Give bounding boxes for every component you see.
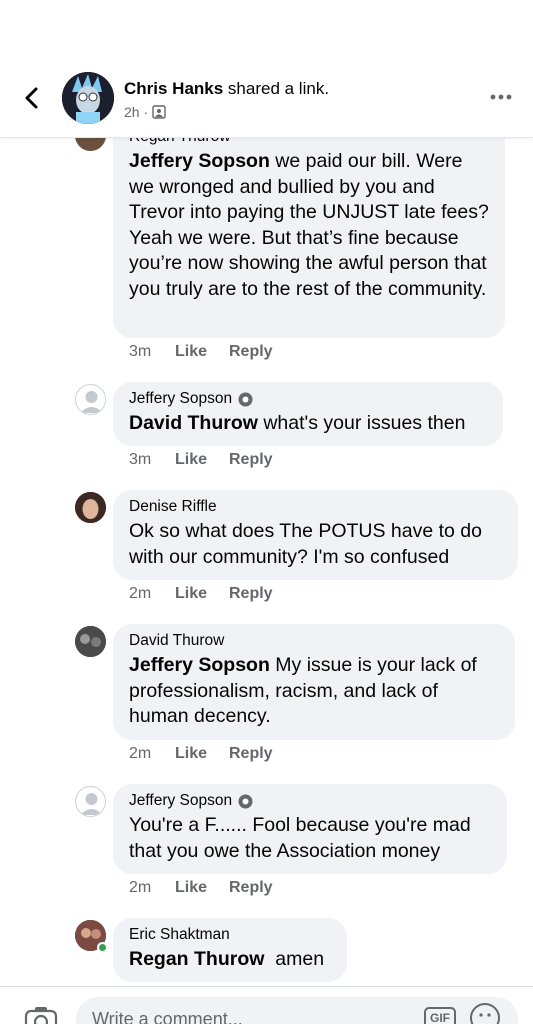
comment-text: Jeffery Sopson we paid our bill. Were we… (129, 149, 489, 302)
comment-mention[interactable]: Regan Thurow (129, 948, 264, 970)
comment-author-name[interactable]: Jeffery Sopson (129, 389, 232, 409)
comment-author[interactable]: Eric Shaktman (129, 925, 331, 945)
comment-text: Ok so what does The POTUS have to do wit… (129, 520, 482, 568)
comment-composer: Write a comment... GIF (0, 986, 533, 1024)
commenter-avatar[interactable] (75, 626, 106, 657)
comment-text: David Thurow what's your issues then (129, 411, 487, 437)
like-button[interactable]: Like (175, 585, 229, 603)
comment-author[interactable]: David Thurow (129, 631, 499, 651)
comment-body: amen (264, 948, 325, 970)
commenter-avatar[interactable] (75, 384, 106, 415)
commenter-avatar[interactable] (75, 786, 106, 817)
commenter-avatar[interactable] (75, 138, 106, 151)
comment-author[interactable]: Regan Thurow (129, 138, 489, 147)
post-action: shared a link. (223, 79, 330, 98)
comment-bubble[interactable]: Jeffery Sopson You're a F...... Fool bec… (113, 784, 507, 874)
post-author-name[interactable]: Chris Hanks (124, 79, 223, 98)
comment-actions: 2m Like Reply (129, 879, 273, 897)
comment-actions: 2m Like Reply (129, 585, 273, 603)
back-arrow-icon[interactable] (18, 84, 46, 112)
comment-body: we paid our bill. Were we wronged and bu… (129, 150, 489, 300)
comment-time: 2m (129, 745, 152, 762)
online-status-dot (97, 942, 108, 953)
admin-badge-icon (238, 794, 253, 808)
post-header: Chris Hanks shared a link. 2h · (0, 0, 533, 138)
emoji-icon[interactable] (470, 1003, 500, 1024)
comment-body: what's your issues then (257, 412, 466, 434)
comment-bubble[interactable]: Denise Riffle Ok so what does The POTUS … (113, 490, 518, 580)
comment-bubble[interactable]: Eric Shaktman Regan Thurow amen (113, 918, 347, 982)
comment-mention[interactable]: David Thurow (129, 412, 258, 434)
more-options-icon[interactable] (489, 90, 513, 104)
comment-time: 3m (129, 343, 152, 360)
comment-actions: 3m Like Reply (129, 343, 273, 361)
author-avatar[interactable] (62, 72, 114, 124)
like-button[interactable]: Like (175, 343, 229, 361)
reply-button[interactable]: Reply (229, 879, 273, 897)
camera-icon[interactable] (24, 1005, 58, 1024)
post-time: 2h · (124, 104, 149, 120)
photo-audience-icon (152, 105, 166, 119)
comment-author: Jeffery Sopson (129, 389, 487, 409)
comment-text: You're a F...... Fool because you're mad… (129, 814, 471, 862)
comment-bubble[interactable]: Regan Thurow Jeffery Sopson we paid our … (113, 138, 505, 338)
reply-button[interactable]: Reply (229, 745, 273, 763)
gif-button[interactable]: GIF (424, 1007, 456, 1024)
comment-actions: 2m Like Reply (129, 745, 273, 763)
comment-time: 3m (129, 451, 152, 468)
like-button[interactable]: Like (175, 451, 229, 469)
reply-button[interactable]: Reply (229, 451, 273, 469)
comment-text: Regan Thurow amen (129, 947, 331, 973)
reply-button[interactable]: Reply (229, 343, 273, 361)
comments-list[interactable]: Regan Thurow Jeffery Sopson we paid our … (0, 138, 533, 986)
commenter-avatar[interactable] (75, 920, 108, 953)
comment-author: Jeffery Sopson (129, 791, 491, 811)
comment-text: Jeffery Sopson My issue is your lack of … (129, 653, 499, 730)
comment-time: 2m (129, 585, 152, 602)
comment-bubble[interactable]: Jeffery Sopson David Thurow what's your … (113, 382, 503, 446)
comment-mention[interactable]: Jeffery Sopson (129, 150, 270, 172)
post-title: Chris Hanks shared a link. (124, 79, 329, 99)
like-button[interactable]: Like (175, 879, 229, 897)
comment-author[interactable]: Denise Riffle (129, 497, 502, 517)
comment-actions: 3m Like Reply (129, 451, 273, 469)
default-avatar-icon (76, 385, 105, 414)
post-meta: 2h · (124, 104, 166, 120)
commenter-avatar[interactable] (75, 492, 106, 523)
comment-mention[interactable]: Jeffery Sopson (129, 654, 270, 676)
default-avatar-icon (76, 787, 105, 816)
comment-bubble[interactable]: David Thurow Jeffery Sopson My issue is … (113, 624, 515, 740)
reply-button[interactable]: Reply (229, 585, 273, 603)
like-button[interactable]: Like (175, 745, 229, 763)
comment-author-name[interactable]: Jeffery Sopson (129, 791, 232, 811)
comment-time: 2m (129, 879, 152, 896)
admin-badge-icon (238, 392, 253, 406)
